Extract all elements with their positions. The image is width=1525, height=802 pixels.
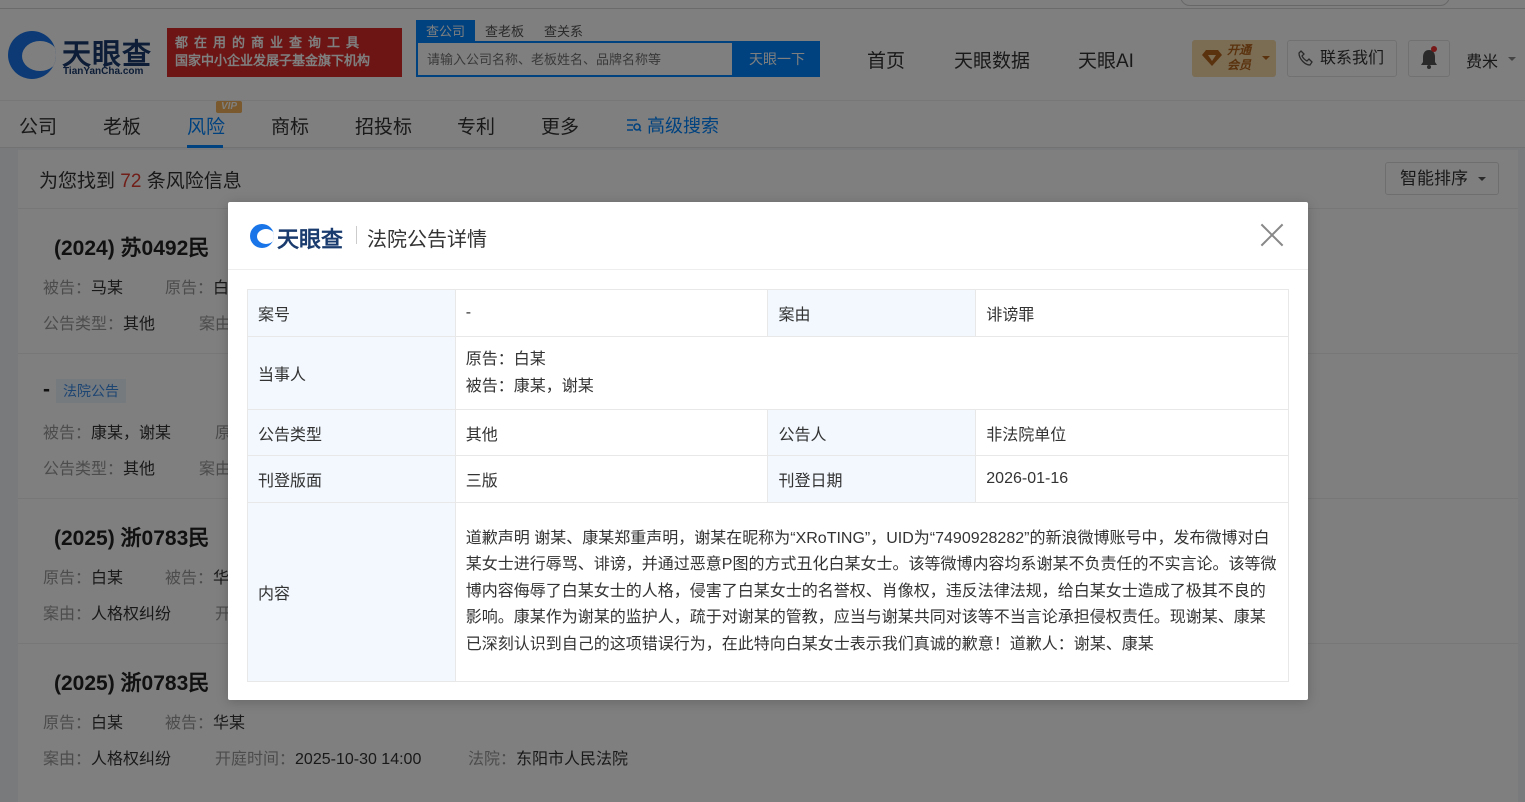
close-icon[interactable] (1259, 222, 1285, 248)
case-no-label: 案号 (247, 289, 456, 337)
table-row: 当事人 原告：白某 被告：康某，谢某 (247, 336, 1290, 410)
table-row: 刊登版面 三版 刊登日期 2026-01-16 (247, 455, 1289, 503)
table-row: 内容 道歉声明 谢某、康某郑重声明，谢某在昵称为“XRoTING”，UID为“7… (247, 502, 1290, 682)
section-label: 刊登版面 (247, 455, 456, 503)
court-notice-modal: 天眼查 法院公告详情 案号 - 案由 诽谤罪 当事人 原告：白某 被告：康某，谢… (228, 202, 1308, 700)
content-value: 道歉声明 谢某、康某郑重声明，谢某在昵称为“XRoTING”，UID为“7490… (454, 502, 1290, 682)
notice-type-value: 其他 (454, 409, 769, 456)
parties-value: 原告：白某 被告：康某，谢某 (454, 336, 1290, 410)
announcer-label: 公告人 (767, 409, 977, 456)
publish-date-value: 2026-01-16 (975, 455, 1289, 503)
content-label: 内容 (247, 502, 456, 682)
notice-detail-table: 案号 - 案由 诽谤罪 当事人 原告：白某 被告：康某，谢某 公告类型 其他 公… (247, 289, 1290, 682)
defendant-text: 被告：康某，谢某 (465, 378, 594, 395)
case-no-value: - (454, 289, 769, 337)
modal-header: 天眼查 法院公告详情 (228, 202, 1308, 270)
plaintiff-text: 原告：白某 (465, 351, 546, 368)
section-value: 三版 (454, 455, 769, 503)
table-row: 案号 - 案由 诽谤罪 (247, 289, 1289, 337)
modal-logo-text: 天眼查 (277, 227, 344, 252)
table-row: 公告类型 其他 公告人 非法院单位 (247, 409, 1289, 456)
cause-value: 诽谤罪 (975, 289, 1289, 337)
logo-eye-icon (250, 224, 274, 248)
publish-date-label: 刊登日期 (767, 455, 977, 503)
modal-title: 法院公告详情 (367, 229, 487, 251)
parties-label: 当事人 (247, 336, 456, 410)
header-divider (356, 226, 357, 244)
notice-type-label: 公告类型 (247, 409, 456, 456)
announcer-value: 非法院单位 (975, 409, 1289, 456)
cause-label: 案由 (767, 289, 977, 337)
